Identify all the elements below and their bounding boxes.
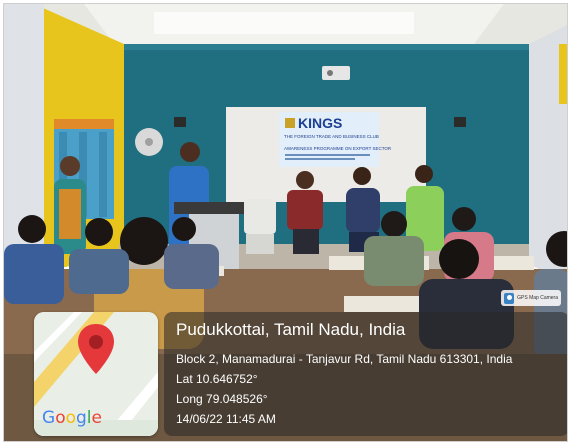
google-letter-o1: o (55, 408, 66, 428)
location-address: Block 2, Manamadurai - Tanjavur Rd, Tami… (176, 352, 513, 366)
location-title: Pudukkottai, Tamil Nadu, India (176, 320, 406, 339)
location-info-panel: Pudukkottai, Tamil Nadu, India Block 2, … (164, 312, 567, 436)
google-letter-g: G (42, 408, 56, 428)
location-pin-icon (78, 324, 114, 374)
location-datetime: 14/06/22 11:45 AM (176, 412, 276, 426)
google-letter-o2: o (65, 408, 76, 428)
location-longitude: Long 79.048526° (176, 392, 268, 406)
gps-badge-label: GPS Map Camera (517, 295, 558, 301)
banner-line-1: THE FOREIGN TRADE AND BUSINESS CLUB (284, 134, 379, 139)
banner-brand: KINGS (298, 115, 342, 131)
location-latitude: Lat 10.646752° (176, 372, 258, 386)
google-letter-g2: g (76, 408, 87, 428)
gps-map-camera-badge: GPS Map Camera (501, 290, 561, 306)
banner-line-2: AWARENESS PROGRAMME ON EXPORT SECTOR (284, 146, 392, 151)
photo-frame: KINGS THE FOREIGN TRADE AND BUSINESS CLU… (3, 3, 568, 442)
gps-camera-icon (504, 292, 515, 304)
google-logo: Google (42, 408, 102, 428)
map-thumbnail: Google (34, 312, 158, 436)
google-letter-e: e (91, 408, 102, 428)
